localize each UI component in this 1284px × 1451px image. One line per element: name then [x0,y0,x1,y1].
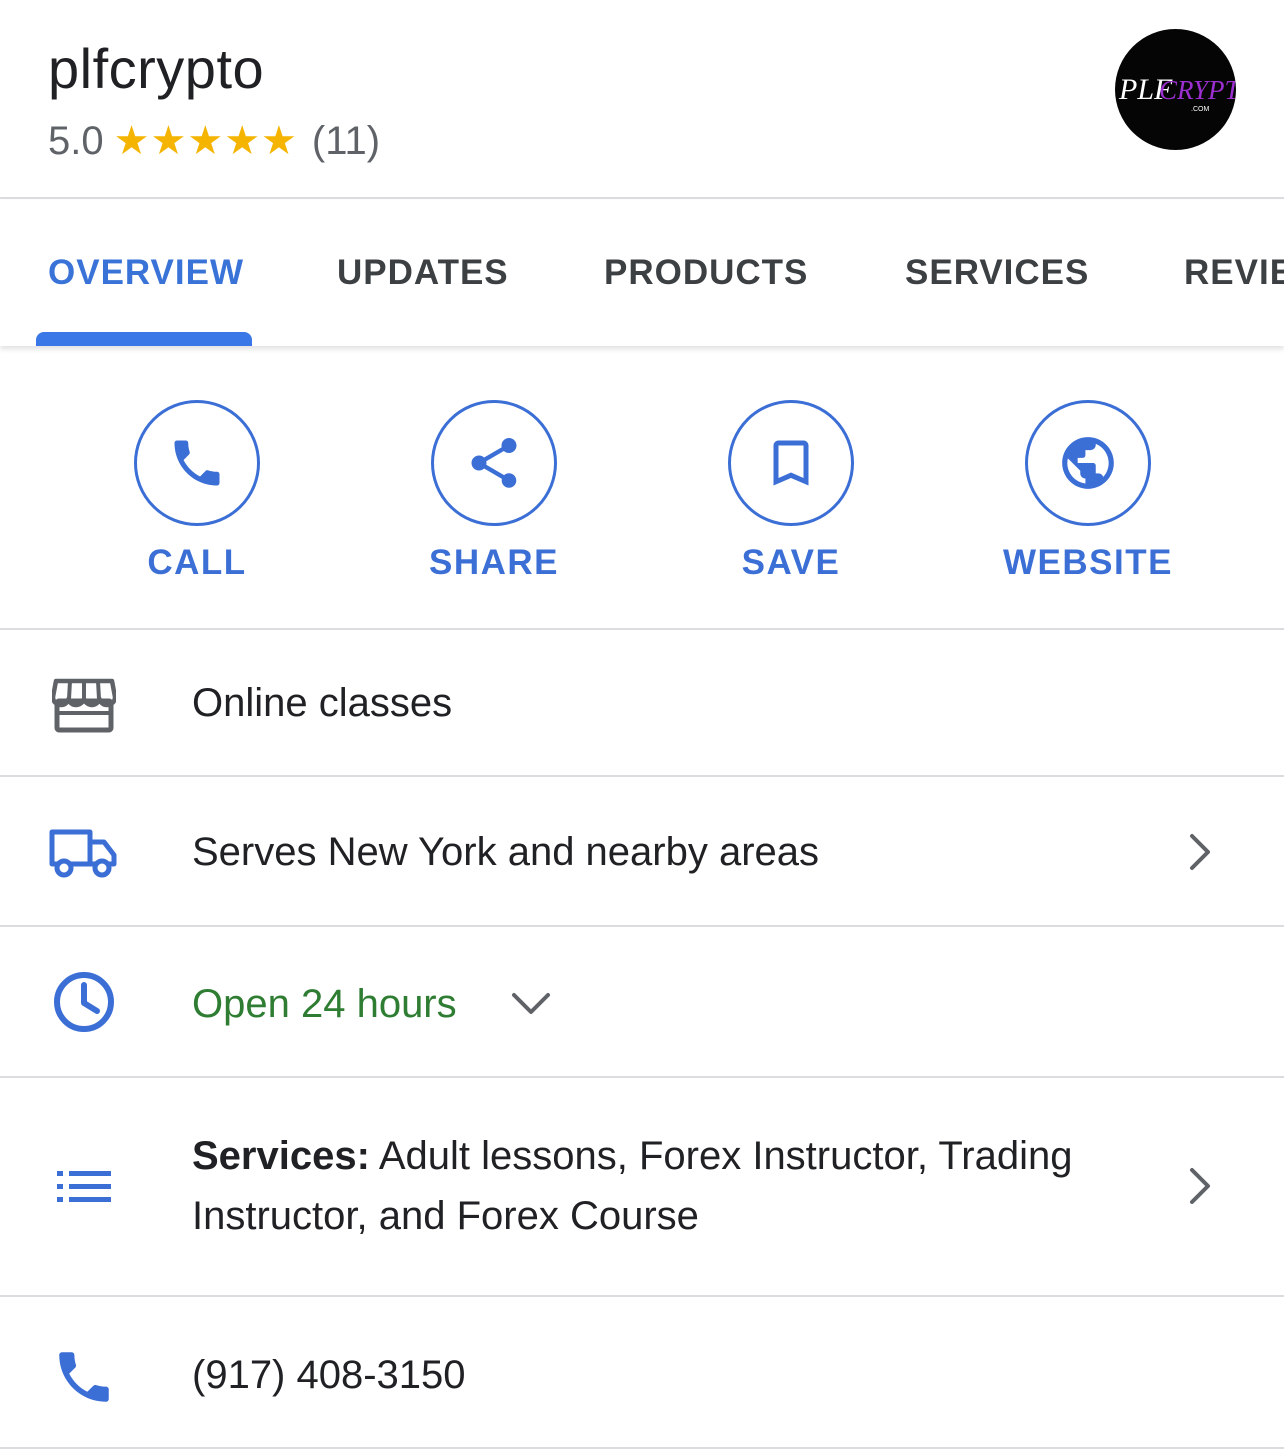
star-icon: ★ [261,119,297,163]
tab-products[interactable]: PRODUCTS [604,252,808,294]
logo-text-com: .COM [1191,106,1209,113]
services-label: Services: [192,1134,370,1178]
star-icon: ★ [224,119,261,163]
rating-value: 5.0 [48,118,104,163]
category-row: Online classes [0,630,1284,777]
logo-text-crypto: CRYPTO [1159,75,1236,105]
website-button[interactable]: WEBSITE [958,400,1218,584]
phone-icon [48,1341,120,1413]
phone-icon [174,440,220,486]
business-name: plfcrypto [48,37,265,100]
service-area-row[interactable]: Serves New York and nearby areas [0,777,1284,927]
business-header: plfcrypto 5.0 ★ ★ ★ ★ ★ (11) PLF CRYPTO … [0,0,1284,199]
hours-text: Open 24 hours [192,982,457,1026]
services-row[interactable]: Services: Adult lessons, Forex Instructo… [0,1078,1284,1297]
tab-updates[interactable]: UPDATES [337,252,509,294]
chevron-right-icon [1190,1168,1210,1204]
bookmark-icon [773,440,809,486]
save-label: SAVE [741,543,841,582]
hours-row[interactable]: Open 24 hours [0,927,1284,1078]
share-icon [471,438,517,488]
tab-bar: OVERVIEW UPDATES PRODUCTS SERVICES REVIE… [0,200,1284,346]
tab-reviews[interactable]: REVIEWS [1184,252,1284,294]
star-icon: ★ [150,119,187,163]
share-button[interactable]: SHARE [364,400,624,584]
globe-icon [1062,437,1114,489]
clock-icon [48,966,120,1038]
call-button-circle[interactable] [134,400,260,526]
business-logo[interactable]: PLF CRYPTO .COM [1115,29,1236,150]
save-button[interactable]: SAVE [661,400,921,584]
tab-overview[interactable]: OVERVIEW [48,252,244,294]
call-label: CALL [147,543,247,582]
call-button[interactable]: CALL [67,400,327,584]
phone-number[interactable]: (917) 408-3150 [192,1345,466,1405]
rating-summary[interactable]: 5.0 ★ ★ ★ ★ ★ (11) [48,114,380,168]
services-list-line2: Instructor, and Forex Course [192,1194,699,1238]
review-count[interactable]: (11) [312,119,380,164]
website-button-circle[interactable] [1025,400,1151,526]
star-icon: ★ [113,119,150,163]
chevron-down-icon[interactable] [510,989,552,1017]
list-icon [48,1151,120,1223]
website-label: WEBSITE [1003,543,1173,582]
service-area-text: Serves New York and nearby areas [192,830,820,874]
services-list-line1: Adult lessons, Forex Instructor, Trading [369,1134,1073,1178]
star-rating: ★ ★ ★ ★ ★ [114,121,298,161]
phone-row[interactable]: (917) 408-3150 [0,1297,1284,1449]
share-button-circle[interactable] [431,400,557,526]
chevron-right-icon [1190,834,1210,870]
tab-services[interactable]: SERVICES [905,252,1089,294]
active-tab-indicator [36,332,252,346]
star-icon: ★ [187,119,224,163]
truck-icon [48,817,120,889]
save-button-circle[interactable] [728,400,854,526]
services-text: Services: Adult lessons, Forex Instructo… [192,1126,1152,1246]
category-text: Online classes [192,681,453,725]
action-buttons: CALL SHARE SAVE WEBSITE [0,346,1284,630]
share-label: SHARE [428,543,560,582]
storefront-icon [48,668,120,740]
